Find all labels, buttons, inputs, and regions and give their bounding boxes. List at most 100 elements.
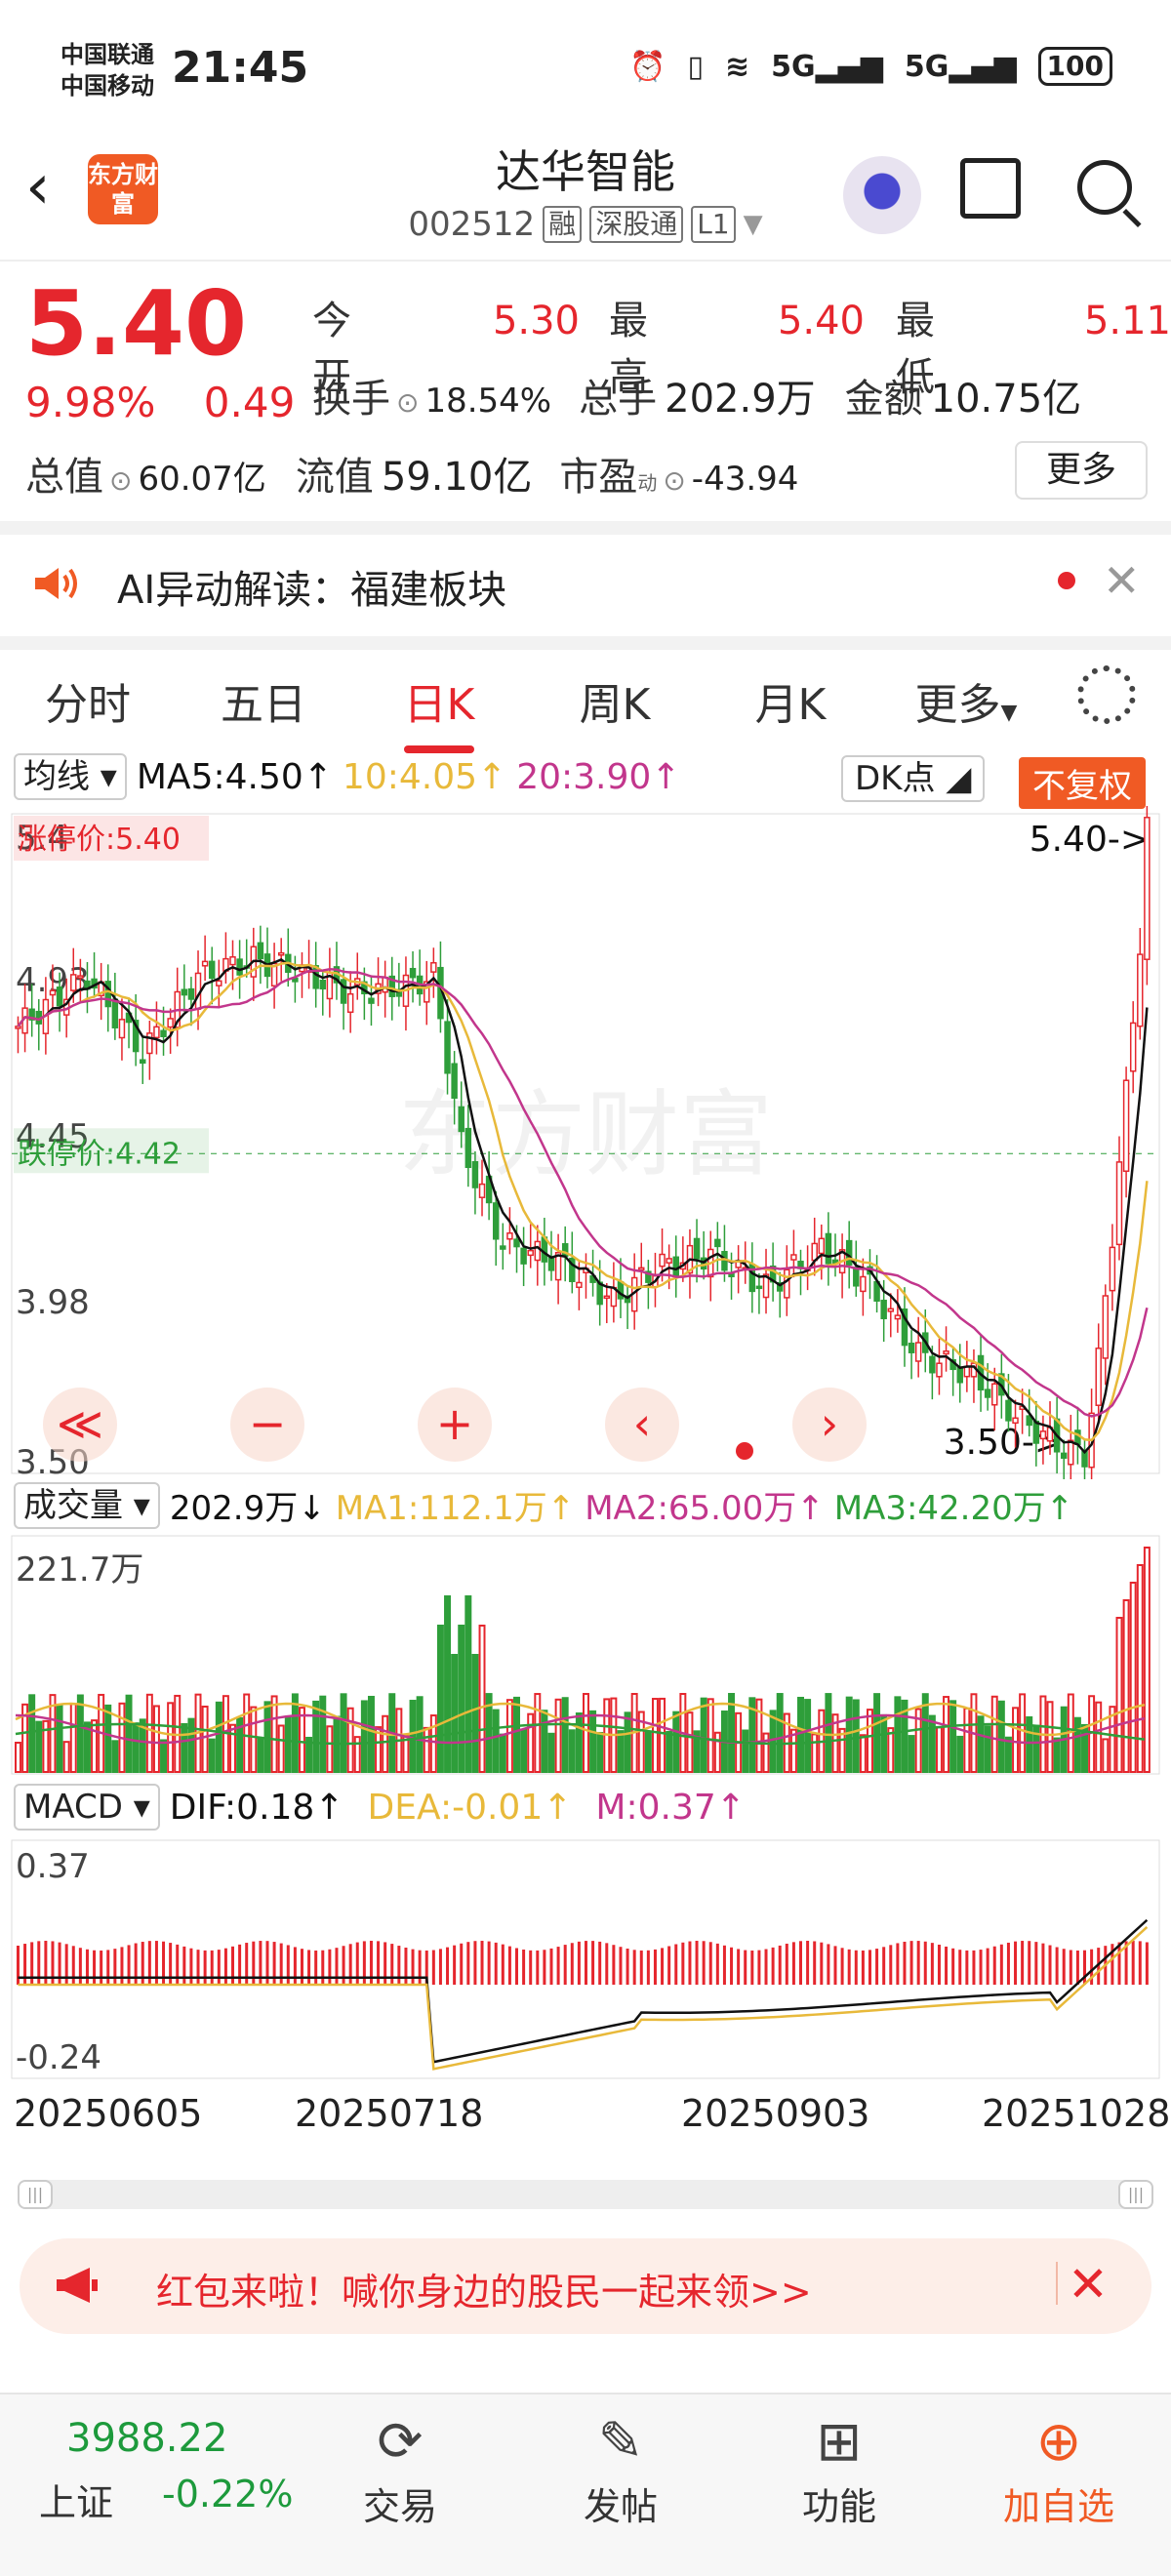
pan-right-button[interactable]: › — [792, 1388, 867, 1462]
promo-text[interactable]: 红包来啦！喊你身边的股民一起来领>> — [156, 2262, 812, 2315]
candle-body — [111, 998, 119, 1028]
candle-body — [603, 1295, 611, 1300]
date-axis: 20250605 20250718 20250903 20251028 — [14, 2092, 1170, 2141]
volume-legend: 成交量 ▾ 202.9万↓ MA1:112.1万↑ MA2:65.00万↑ MA… — [14, 1481, 1073, 1529]
volume-bar — [28, 1694, 36, 1773]
change-percent: 9.98% — [25, 379, 156, 426]
more-quote-button[interactable]: 更多 — [1015, 441, 1148, 500]
candle-body — [1095, 1348, 1102, 1406]
share-icon[interactable] — [960, 158, 1021, 219]
candle-body — [666, 1258, 672, 1264]
tag-level[interactable]: L1 — [691, 206, 736, 243]
candle-body — [956, 1366, 963, 1384]
ai-assistant-icon[interactable] — [843, 156, 921, 234]
candle-body — [811, 1242, 818, 1262]
candle-body — [1109, 1246, 1116, 1292]
banner-close-icon[interactable]: ✕ — [1068, 2256, 1109, 2313]
candle-body — [181, 988, 188, 996]
tab-more[interactable]: 更多▼ — [878, 669, 1054, 732]
indicator-selector[interactable]: 均线 ▾ — [14, 753, 127, 800]
caret-down-icon[interactable]: ▼ — [744, 210, 763, 239]
candle-body — [880, 1300, 887, 1320]
nav-add-watchlist[interactable]: ⊕ 加自选 — [986, 2408, 1132, 2530]
tab-daily-k[interactable]: 日K — [351, 669, 527, 753]
volume-chart[interactable]: 221.7万 — [0, 1534, 1171, 1778]
gear-icon[interactable] — [1077, 665, 1136, 724]
volume-bar — [963, 1707, 971, 1774]
tab-weekly-k[interactable]: 周K — [527, 669, 703, 732]
candle-body — [1115, 1161, 1123, 1246]
zoom-out-far-button[interactable]: ≪ — [43, 1388, 117, 1462]
zoom-out-button[interactable]: − — [230, 1388, 304, 1462]
volume-bar — [534, 1693, 542, 1773]
volume-bar — [15, 1742, 21, 1773]
info-icon[interactable]: ⊙ — [663, 464, 685, 497]
nav-post[interactable]: ✎ 发帖 — [562, 2408, 679, 2530]
info-icon[interactable]: ⊙ — [396, 386, 419, 419]
adjust-button[interactable]: 不复权 — [1019, 757, 1146, 809]
index-value[interactable]: 3988.22 — [66, 2416, 227, 2461]
chart-scrollbar[interactable]: ||| ||| — [18, 2180, 1153, 2209]
candle-body — [153, 1026, 160, 1039]
date-label: 20250605 — [14, 2092, 203, 2135]
macd-m: M:0.37↑ — [595, 1787, 746, 1828]
vol-ma1: MA1:112.1万↑ — [335, 1489, 576, 1528]
search-icon[interactable] — [1077, 160, 1132, 215]
macd-selector[interactable]: MACD ▾ — [14, 1784, 160, 1831]
volume-bar — [1136, 1564, 1144, 1773]
dk-point-button[interactable]: DK点 ◢ — [841, 755, 986, 802]
ai-insight-text[interactable]: AI异动解读：福建板块 — [117, 558, 506, 615]
candle-body — [1060, 1452, 1068, 1460]
volume-bar — [1004, 1736, 1012, 1773]
volume-bar — [1073, 1716, 1081, 1773]
volume-bar — [56, 1704, 63, 1773]
candle-body — [547, 1257, 555, 1271]
total-cap-label: 总值 — [25, 455, 103, 500]
volume-bar — [104, 1704, 112, 1773]
close-icon[interactable]: ✕ — [1103, 554, 1141, 607]
battery-icon: 100 — [1037, 47, 1112, 86]
date-label: 20251028 — [982, 2092, 1171, 2135]
volume-bar — [561, 1697, 569, 1773]
nav-functions[interactable]: ⊞ 功能 — [781, 2408, 898, 2530]
candle-body — [368, 997, 375, 1004]
volume-selector[interactable]: 成交量 ▾ — [14, 1481, 160, 1529]
tab-monthly-k[interactable]: 月K — [703, 669, 878, 732]
volume-bar — [471, 1654, 479, 1773]
scroll-handle-left[interactable]: ||| — [18, 2180, 53, 2209]
volume-bar — [499, 1733, 506, 1774]
volume-bar — [423, 1726, 430, 1774]
tab-intraday[interactable]: 分时 — [0, 669, 176, 732]
candle-body — [790, 1254, 797, 1261]
info-icon[interactable]: ⊙ — [109, 464, 132, 497]
pan-left-button[interactable]: ‹ — [605, 1388, 679, 1462]
index-name[interactable]: 上证 — [39, 2473, 113, 2526]
volume-bar — [250, 1706, 258, 1773]
carrier-info: 中国联通 中国移动 — [61, 39, 154, 101]
volume-bar — [624, 1711, 631, 1773]
volume-bar — [478, 1625, 486, 1773]
volume-bar — [284, 1716, 292, 1773]
volume-bar — [429, 1714, 437, 1773]
volume-bar — [340, 1693, 347, 1773]
tab-five-day[interactable]: 五日 — [176, 669, 351, 732]
volume-bar — [845, 1696, 853, 1773]
volume-bar — [111, 1740, 119, 1773]
zoom-in-button[interactable]: + — [418, 1388, 492, 1462]
candle-body — [1102, 1295, 1110, 1359]
candle-body — [492, 1202, 500, 1240]
volume-bar — [299, 1707, 305, 1773]
volume-bar — [990, 1695, 998, 1774]
candle-body — [513, 1238, 520, 1248]
volume-bar — [589, 1710, 597, 1774]
macd-chart[interactable]: 0.37 -0.24 — [0, 1838, 1171, 2082]
volume-bar — [346, 1707, 354, 1773]
candle-body — [991, 1383, 998, 1406]
turnover-label: 换手 — [312, 377, 390, 422]
volume-bar — [568, 1729, 576, 1774]
nav-trade[interactable]: ⟳ 交易 — [342, 2408, 459, 2530]
kline-chart[interactable]: 东方财富5.44.934.453.983.50涨停价:5.40跌停价:4.425… — [0, 806, 1171, 1479]
candle-body — [929, 1355, 936, 1374]
scroll-handle-right[interactable]: ||| — [1118, 2180, 1153, 2209]
index-change[interactable]: -0.22% — [162, 2473, 293, 2516]
